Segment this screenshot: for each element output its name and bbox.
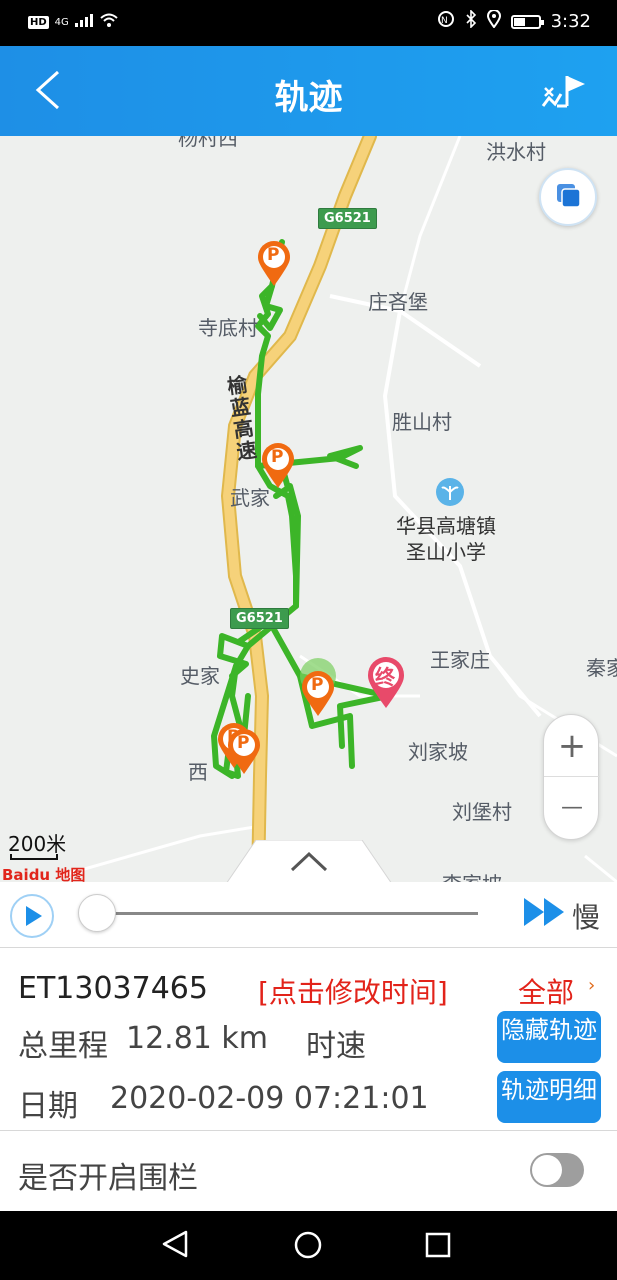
page-title: 轨迹 — [274, 78, 343, 118]
location-icon — [486, 9, 501, 33]
clock: 3:32 — [550, 11, 591, 32]
place-label: 杨村西 — [178, 136, 238, 150]
parking-marker[interactable]: P — [260, 442, 296, 490]
layer-switch-button[interactable] — [539, 168, 597, 226]
fence-row: 是否开启围栏 — [0, 1131, 617, 1211]
status-bar: HD 4G N 3:32 — [0, 0, 617, 46]
chevron-right-icon: › — [588, 975, 596, 996]
parking-marker[interactable]: P — [256, 240, 292, 288]
parking-marker-label: P — [271, 447, 284, 467]
square-recent-icon — [425, 1232, 451, 1258]
hide-track-button[interactable]: 隐藏轨迹 — [497, 1011, 601, 1063]
playback-bar: 慢 — [0, 882, 617, 948]
place-label: 李家坡 — [442, 868, 502, 882]
expand-panel-button[interactable] — [226, 839, 392, 882]
speed-text-label: 时速 — [306, 1029, 366, 1064]
mileage-value: 12.81 km — [126, 1021, 269, 1056]
header: 轨迹 — [0, 46, 617, 136]
svg-text:N: N — [441, 16, 448, 26]
parking-marker-label: P — [311, 675, 324, 695]
scale-bar — [10, 854, 58, 860]
wifi-icon — [99, 12, 119, 32]
zoom-in-button[interactable]: + — [544, 715, 600, 777]
scale-label: 200米 — [8, 832, 67, 856]
playback-slider-thumb[interactable] — [78, 894, 116, 932]
place-label: 史家 — [180, 664, 220, 688]
road-label-g6521-bottom: G6521 — [230, 608, 289, 629]
track-info-panel: ET13037465 [点击修改时间] 全部 › 总里程 12.81 km 时速… — [0, 949, 617, 1131]
play-button[interactable] — [10, 894, 54, 938]
place-label: 西 — [188, 760, 208, 784]
nav-home-button[interactable] — [292, 1229, 324, 1265]
bluetooth-icon — [465, 9, 477, 33]
network-label: 4G — [54, 16, 69, 28]
mileage-label: 总里程 — [18, 1029, 108, 1064]
place-label: 庄吝堡 — [368, 290, 428, 314]
baidu-logo: Baidu 地图 — [2, 866, 86, 882]
circle-home-icon — [294, 1231, 322, 1259]
fence-toggle[interactable] — [530, 1153, 584, 1187]
chevron-up-icon — [226, 839, 392, 882]
map-view[interactable]: G6521 G6521 榆蓝高速 洪水村 庄吝堡 寺底村 胜山村 武家 华县高塘… — [0, 136, 617, 882]
status-left: HD 4G — [28, 12, 119, 32]
place-label: 刘堡村 — [452, 800, 512, 824]
place-label: 华县高塘镇 — [396, 514, 496, 538]
place-label: 寺底村 — [198, 316, 258, 340]
map-base — [59, 136, 617, 882]
triangle-back-icon — [162, 1230, 188, 1258]
place-label: 秦家 — [586, 656, 617, 680]
fence-label: 是否开启围栏 — [18, 1161, 198, 1196]
route-flag-button[interactable] — [539, 70, 587, 112]
nav-recent-button[interactable] — [424, 1231, 454, 1265]
end-marker[interactable]: 终 — [366, 656, 406, 710]
all-link[interactable]: 全部 — [518, 971, 574, 1011]
status-right: N 3:32 — [437, 9, 591, 33]
track-detail-button[interactable]: 轨迹明细 — [497, 1071, 601, 1123]
parking-marker[interactable]: P — [300, 670, 336, 718]
zoom-control: + — — [543, 714, 600, 840]
zoom-out-button[interactable]: — — [544, 777, 600, 839]
place-label: 胜山村 — [392, 410, 452, 434]
speed-label[interactable]: 慢 — [572, 896, 600, 936]
place-label: 洪水村 — [486, 140, 546, 164]
fast-forward-icon — [524, 898, 564, 926]
fast-forward-button[interactable] — [522, 896, 568, 928]
device-id: ET13037465 — [18, 971, 208, 1006]
nav-back-button[interactable] — [160, 1229, 190, 1263]
road-label-g6521-top: G6521 — [318, 208, 377, 229]
play-icon — [26, 906, 42, 926]
parking-marker-label: P — [237, 733, 250, 753]
edit-time-link[interactable]: [点击修改时间] — [258, 971, 448, 1011]
end-marker-label: 终 — [375, 665, 395, 689]
toggle-knob — [532, 1155, 562, 1185]
system-nav-bar — [0, 1211, 617, 1280]
date-value: 2020-02-09 07:21:01 — [110, 1081, 429, 1116]
vibrate-icon: N — [437, 10, 455, 33]
battery-icon — [510, 14, 544, 29]
parking-marker-label: P — [267, 245, 280, 265]
playback-track[interactable] — [96, 912, 478, 915]
parking-marker[interactable]: P — [226, 728, 262, 776]
signal-icon — [74, 13, 93, 31]
place-label: 王家庄 — [430, 648, 490, 672]
date-label: 日期 — [18, 1089, 78, 1124]
place-label: 刘家坡 — [408, 740, 468, 764]
route-flag-icon — [541, 76, 585, 108]
layers-icon — [557, 184, 581, 208]
hd-badge: HD — [28, 15, 49, 29]
place-label: 圣山小学 — [406, 540, 486, 564]
